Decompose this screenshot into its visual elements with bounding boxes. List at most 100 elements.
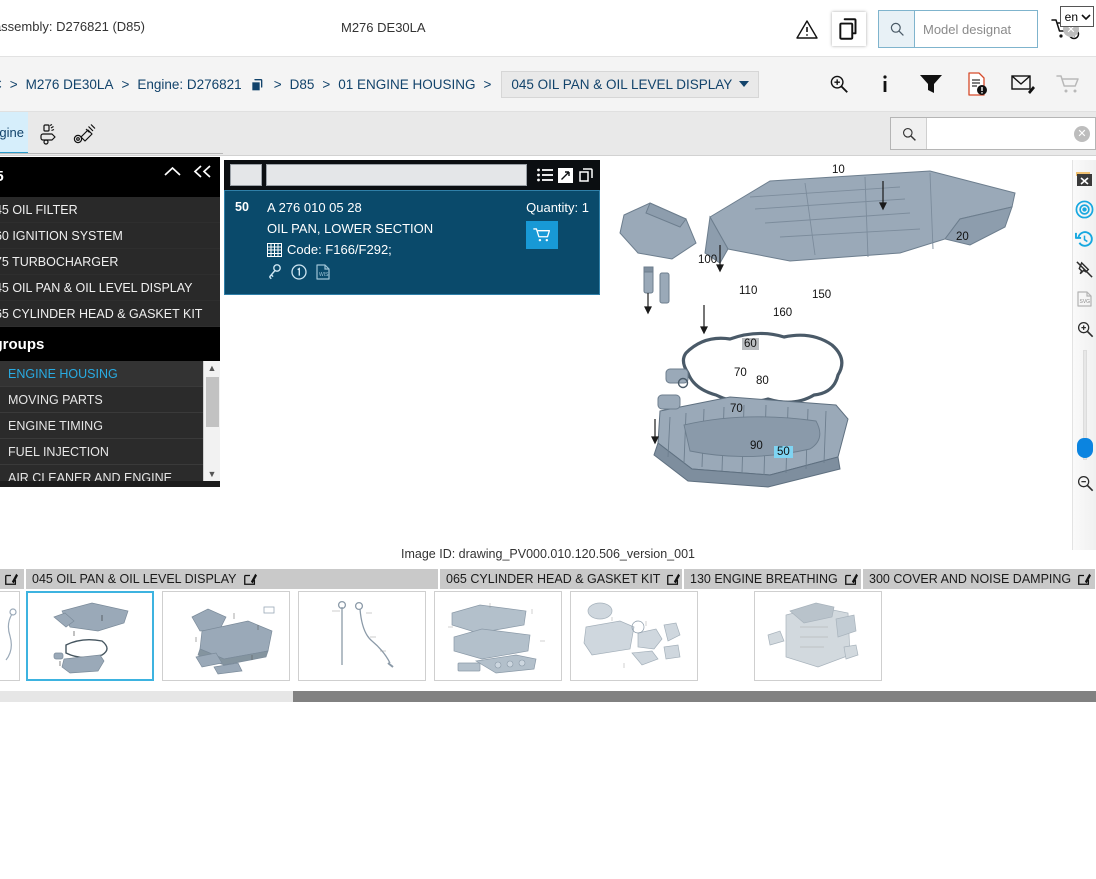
- top5-item-2[interactable]: 075 TURBOCHARGER: [0, 249, 220, 275]
- model-search-box[interactable]: Model designat ✕: [878, 10, 1079, 48]
- thumbnail-group-header-300[interactable]: 300 COVER AND NOISE DAMPING: [863, 569, 1095, 589]
- parts-search-input[interactable]: ✕: [927, 118, 1095, 149]
- main-group-item-engine-housing[interactable]: ENGINE HOUSING: [0, 361, 220, 387]
- list-view-icon[interactable]: [537, 168, 553, 182]
- language-selector[interactable]: en: [1059, 6, 1094, 27]
- top5-header: p 5: [0, 157, 220, 197]
- target-icon[interactable]: [1074, 194, 1096, 224]
- scroll-down-arrow-icon[interactable]: ▼: [208, 467, 217, 481]
- spark-plug-icon[interactable]: [70, 121, 100, 149]
- tab-engine[interactable]: gine: [0, 112, 28, 154]
- search-icon[interactable]: [879, 11, 915, 47]
- edit-icon[interactable]: [666, 572, 681, 586]
- callout-50-selected[interactable]: 50: [774, 446, 793, 458]
- oil-can-icon[interactable]: [36, 121, 66, 149]
- part-card[interactable]: 50 A 276 010 05 28 OIL PAN, LOWER SECTIO…: [224, 190, 600, 295]
- main-group-item-air-cleaner[interactable]: AIR CLEANER AND ENGINE: [0, 465, 220, 482]
- copy-icon[interactable]: [578, 167, 594, 183]
- thumbnail-group-header-prev[interactable]: [0, 569, 24, 589]
- edit-icon[interactable]: [4, 572, 18, 586]
- breadcrumb-separator: >: [273, 77, 282, 92]
- breadcrumb-item-3[interactable]: D85: [288, 77, 317, 92]
- wis-document-icon[interactable]: WIS: [316, 264, 330, 280]
- callout-160[interactable]: 160: [773, 307, 792, 319]
- drawing-viewport[interactable]: 10 20 100 110 150 160 60 70 80 70 90 50: [600, 157, 1074, 547]
- top5-item-0[interactable]: 045 OIL FILTER: [0, 197, 220, 223]
- thumbnail-item-cover-noise-damping[interactable]: [754, 591, 882, 681]
- parts-search-box[interactable]: ✕: [890, 117, 1096, 150]
- zoom-slider[interactable]: [1076, 350, 1093, 460]
- table-grid-icon[interactable]: [267, 242, 282, 257]
- breadcrumb-item-2[interactable]: Engine: D276821: [135, 77, 243, 92]
- warning-triangle-icon[interactable]: [788, 10, 826, 48]
- scrollbar-thumb[interactable]: [206, 377, 219, 427]
- breadcrumb-copy-icon[interactable]: [249, 77, 265, 93]
- key-icon[interactable]: [267, 264, 282, 280]
- thumbnail-item-oilpan-exploded[interactable]: [26, 591, 154, 681]
- copy-pages-icon[interactable]: [832, 12, 866, 46]
- thumbnail-item-oilpan-upper[interactable]: [162, 591, 290, 681]
- add-to-cart-button[interactable]: [526, 221, 559, 249]
- callout-70-lower[interactable]: 70: [730, 403, 743, 415]
- thumbnail-scrollbar-thumb[interactable]: [293, 691, 1096, 702]
- circled-one-icon[interactable]: [291, 264, 307, 280]
- search-icon[interactable]: [891, 118, 927, 149]
- main-group-item-fuel-injection[interactable]: FUEL INJECTION: [0, 439, 220, 465]
- top5-item-3[interactable]: 045 OIL PAN & OIL LEVEL DISPLAY: [0, 275, 220, 301]
- main-group-item-moving-parts[interactable]: MOVING PARTS: [0, 387, 220, 413]
- drawing-tools: SVG: [1072, 160, 1096, 550]
- double-chevron-left-icon[interactable]: [193, 165, 212, 178]
- zoom-out-icon[interactable]: [1074, 468, 1096, 498]
- part-text-filter-input[interactable]: [266, 164, 527, 186]
- thumbnail-item-prev[interactable]: [0, 591, 20, 681]
- breadcrumb-active-dropdown[interactable]: 045 OIL PAN & OIL LEVEL DISPLAY: [501, 71, 760, 98]
- thumbnail-group-header-045[interactable]: 045 OIL PAN & OIL LEVEL DISPLAY: [26, 569, 438, 589]
- callout-150[interactable]: 150: [812, 289, 831, 301]
- history-icon[interactable]: [1074, 224, 1096, 254]
- callout-80[interactable]: 80: [756, 375, 769, 387]
- edit-icon[interactable]: [1077, 572, 1092, 586]
- main-groups-scrollbar[interactable]: ▲ ▼: [203, 361, 220, 481]
- mail-edit-icon[interactable]: [1004, 65, 1042, 103]
- close-icon[interactable]: [1074, 164, 1096, 194]
- zoom-in-icon[interactable]: [1074, 314, 1096, 344]
- callout-10[interactable]: 10: [832, 164, 845, 176]
- callout-70-upper[interactable]: 70: [734, 367, 747, 379]
- pin-off-icon[interactable]: [1074, 254, 1096, 284]
- expand-icon[interactable]: [558, 167, 573, 183]
- scroll-up-arrow-icon[interactable]: ▲: [208, 361, 217, 375]
- edit-icon[interactable]: [243, 572, 257, 586]
- callout-20[interactable]: 20: [956, 231, 969, 243]
- info-icon[interactable]: [866, 65, 904, 103]
- top5-title: p 5: [0, 168, 4, 185]
- callout-100[interactable]: 100: [698, 254, 717, 266]
- breadcrumb-item-4[interactable]: 01 ENGINE HOUSING: [336, 77, 477, 92]
- top5-item-1[interactable]: 060 IGNITION SYSTEM: [0, 223, 220, 249]
- model-search-input[interactable]: Model designat: [915, 11, 1037, 47]
- callout-90[interactable]: 90: [750, 440, 763, 452]
- zoom-in-icon[interactable]: [820, 65, 858, 103]
- chevron-up-icon[interactable]: [164, 166, 181, 177]
- edit-icon[interactable]: [844, 572, 858, 586]
- top5-item-4[interactable]: 065 CYLINDER HEAD & GASKET KIT: [0, 301, 220, 327]
- clear-parts-search-icon[interactable]: ✕: [1074, 125, 1090, 142]
- breadcrumb-item-0[interactable]: C: [0, 77, 4, 92]
- thumbnail-group-header-065[interactable]: 065 CYLINDER HEAD & GASKET KIT: [440, 569, 682, 589]
- document-alert-icon[interactable]: [958, 65, 996, 103]
- thumbnail-group-header-130[interactable]: 130 ENGINE BREATHING: [684, 569, 861, 589]
- thumbnail-horizontal-scrollbar[interactable]: [0, 691, 1096, 702]
- main-group-item-engine-timing[interactable]: ENGINE TIMING: [0, 413, 220, 439]
- callout-60[interactable]: 60: [742, 338, 759, 350]
- thumbnail-item-engine-breathing[interactable]: [570, 591, 698, 681]
- exploded-parts-drawing[interactable]: [600, 157, 1074, 547]
- thumbnail-item-cylinder-head[interactable]: [434, 591, 562, 681]
- thumbnail-item-dipstick[interactable]: [298, 591, 426, 681]
- cart-icon[interactable]: [1050, 65, 1088, 103]
- zoom-slider-knob[interactable]: [1076, 438, 1093, 458]
- filter-icon[interactable]: [912, 65, 950, 103]
- callout-110[interactable]: 110: [739, 285, 757, 297]
- breadcrumb-item-1[interactable]: M276 DE30LA: [24, 77, 116, 92]
- part-position-filter-input[interactable]: [230, 164, 262, 186]
- thumbnail-group-title: 045 OIL PAN & OIL LEVEL DISPLAY: [32, 572, 237, 586]
- svg-export-icon[interactable]: SVG: [1074, 284, 1096, 314]
